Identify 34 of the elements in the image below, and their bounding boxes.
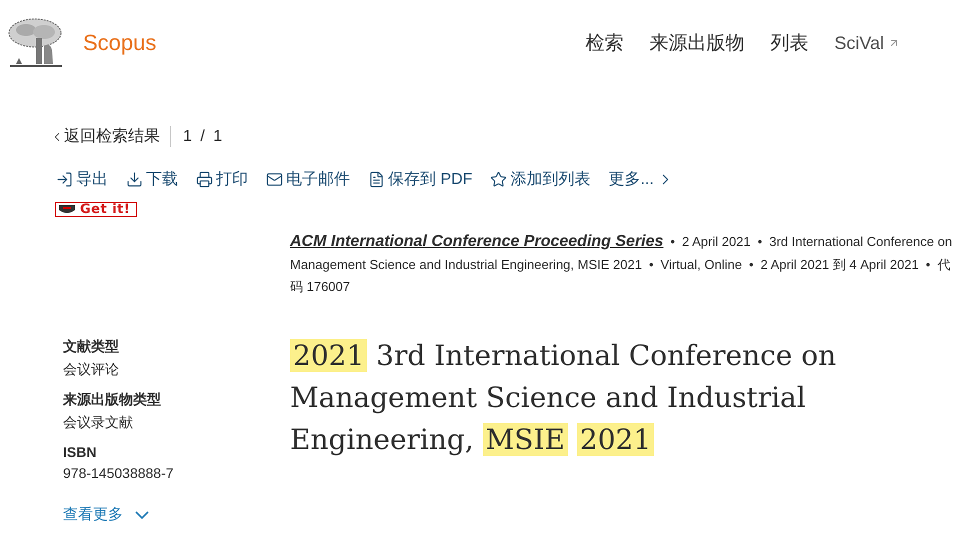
document-title: 2021 3rd International Conference on Management Science and Industrial Engineering, MSIE 2021 bbox=[290, 338, 838, 458]
export-icon bbox=[56, 171, 73, 188]
action-button[interactable]: 导出 bbox=[56, 169, 108, 190]
action-button[interactable]: 电子邮件 bbox=[266, 169, 350, 190]
see-more-link[interactable]: 查看更多 bbox=[63, 505, 290, 524]
back-link[interactable]: 返回检索结果 bbox=[50, 126, 171, 147]
detail-value: 会议录文献 bbox=[63, 414, 134, 432]
chevron-down-icon bbox=[135, 510, 149, 518]
download-icon bbox=[126, 171, 143, 188]
action-button[interactable]: 保存到 PDF bbox=[368, 169, 472, 190]
detail-value: 会议评论 bbox=[63, 361, 120, 379]
document-icon bbox=[368, 171, 385, 188]
detail-value: 978-145038888-7 bbox=[63, 465, 175, 481]
nav-link[interactable]: 来源出版物 bbox=[649, 30, 744, 56]
star-icon bbox=[490, 171, 508, 188]
mail-icon bbox=[266, 171, 283, 188]
nav-link[interactable]: 检索 bbox=[585, 30, 624, 56]
printer-icon bbox=[196, 171, 213, 188]
detail-label: 来源出版物类型 bbox=[63, 391, 162, 409]
action-button[interactable]: 添加到列表 bbox=[490, 169, 590, 190]
series-link[interactable]: ACM International Conference Proceeding Series bbox=[290, 233, 664, 250]
page-counter: 1 / 1 bbox=[183, 128, 222, 146]
action-button[interactable]: 下载 bbox=[126, 169, 178, 190]
shield-icon bbox=[58, 204, 76, 215]
get-it-button[interactable]: Get it! bbox=[55, 202, 138, 217]
more-button[interactable]: 更多... bbox=[608, 169, 674, 190]
logo-drawing bbox=[8, 18, 63, 68]
external-link-icon bbox=[888, 37, 900, 49]
nav-link[interactable]: 列表 bbox=[770, 30, 808, 56]
detail-label: 文献类型 bbox=[63, 338, 120, 356]
nav-link[interactable]: SciVal bbox=[834, 30, 900, 56]
source-info: ACM International Conference Proceeding Series • 2 April 2021 • 3rd International Conference on Management Science and Industrial Engineering, MSIE 2021 • Virtual, Online • 2 April 2021 到 4 April 2021 • 代码 176007 bbox=[290, 232, 954, 296]
detail-label: ISBN bbox=[63, 444, 98, 460]
action-button[interactable]: 打印 bbox=[196, 169, 248, 190]
